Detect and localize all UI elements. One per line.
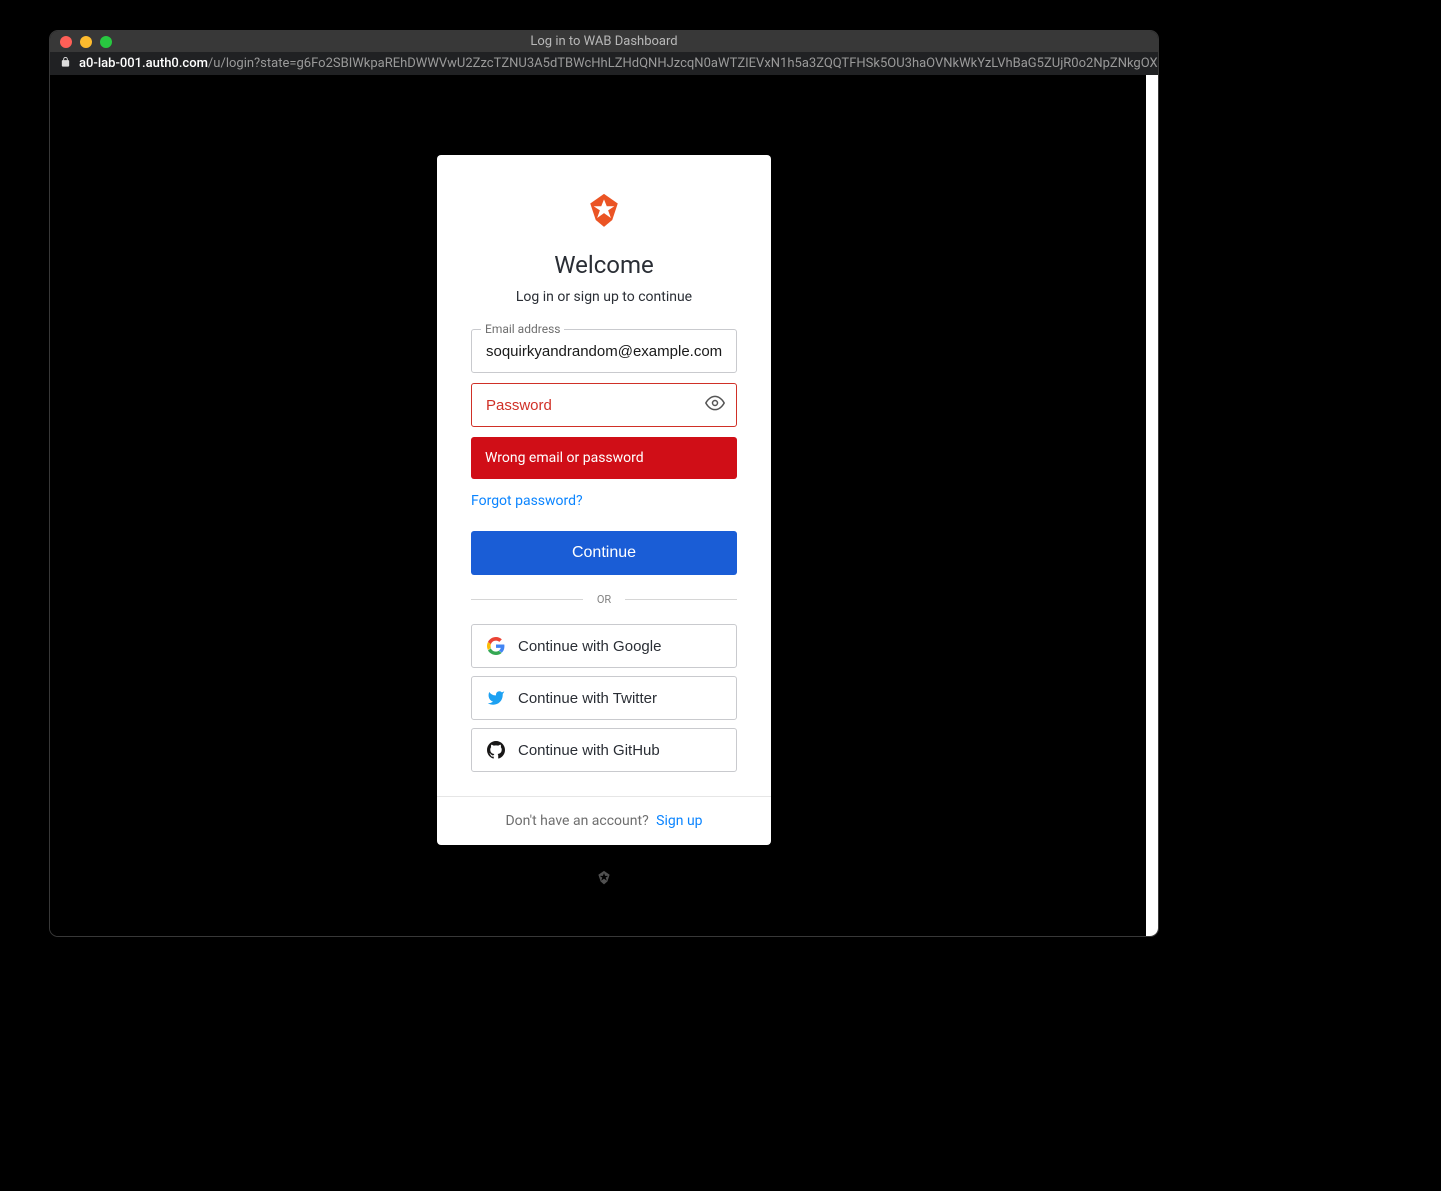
- scrollbar-track[interactable]: [1146, 75, 1158, 936]
- close-window-button[interactable]: [60, 36, 72, 48]
- auth0-logo-icon: [582, 187, 626, 231]
- or-divider: OR: [471, 593, 737, 606]
- browser-window: Log in to WAB Dashboard a0-lab-001.auth0…: [50, 31, 1158, 936]
- page-title: Welcome: [554, 251, 654, 279]
- login-card: Welcome Log in or sign up to continue Em…: [437, 155, 771, 845]
- email-label: Email address: [481, 322, 564, 336]
- divider-line-right: [625, 599, 737, 600]
- google-button-label: Continue with Google: [518, 638, 661, 655]
- lock-icon: [60, 56, 71, 71]
- card-footer: Don't have an account? Sign up: [437, 796, 771, 845]
- title-bar: Log in to WAB Dashboard: [50, 31, 1158, 52]
- password-input[interactable]: [471, 383, 737, 427]
- divider-line-left: [471, 599, 583, 600]
- url-bar[interactable]: a0-lab-001.auth0.com /u/login?state=g6Fo…: [50, 52, 1158, 75]
- divider-label: OR: [583, 593, 625, 606]
- google-icon: [486, 636, 506, 656]
- email-field-wrapper: Email address: [471, 329, 737, 373]
- maximize-window-button[interactable]: [100, 36, 112, 48]
- github-icon: [486, 740, 506, 760]
- error-banner: Wrong email or password: [471, 437, 737, 479]
- continue-with-google-button[interactable]: Continue with Google: [471, 624, 737, 668]
- window-title: Log in to WAB Dashboard: [50, 34, 1158, 49]
- twitter-button-label: Continue with Twitter: [518, 690, 657, 707]
- traffic-lights: [50, 36, 112, 48]
- signup-link[interactable]: Sign up: [656, 813, 702, 829]
- continue-button[interactable]: Continue: [471, 531, 737, 575]
- continue-with-github-button[interactable]: Continue with GitHub: [471, 728, 737, 772]
- twitter-icon: [486, 688, 506, 708]
- continue-with-twitter-button[interactable]: Continue with Twitter: [471, 676, 737, 720]
- auth0-badge-icon: [595, 868, 613, 886]
- url-path: /u/login?state=g6Fo2SBIWkpaREhDWWVwU2Zzc…: [208, 56, 1158, 71]
- url-domain: a0-lab-001.auth0.com: [79, 56, 208, 71]
- page-content: Welcome Log in or sign up to continue Em…: [50, 75, 1158, 936]
- password-field-wrapper: [471, 383, 737, 427]
- show-password-icon[interactable]: [705, 393, 725, 417]
- forgot-password-link[interactable]: Forgot password?: [471, 493, 583, 509]
- github-button-label: Continue with GitHub: [518, 742, 660, 759]
- signup-prompt: Don't have an account?: [505, 813, 648, 829]
- page-subtitle: Log in or sign up to continue: [516, 289, 692, 305]
- minimize-window-button[interactable]: [80, 36, 92, 48]
